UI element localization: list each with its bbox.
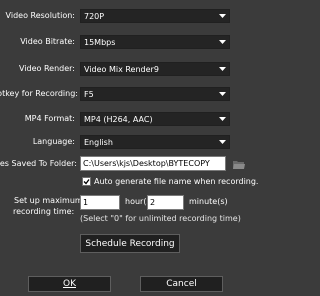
language-value: English — [84, 138, 113, 147]
mp4-format-label: MP4 Format: — [24, 114, 75, 123]
hotkey-row: otkey for Recording: F5 — [0, 86, 247, 102]
cancel-label: Cancel — [166, 279, 197, 289]
language-label: Language: — [32, 137, 75, 146]
auto-name-checkbox[interactable] — [82, 177, 91, 186]
folder-browse-icon[interactable] — [233, 159, 245, 171]
resolution-value: 720P — [84, 12, 105, 21]
bitrate-dropdown[interactable]: 15Mbps — [80, 35, 230, 49]
bitrate-value: 15Mbps — [84, 38, 116, 47]
render-value: Video Mix Render9 — [84, 65, 159, 74]
ok-button[interactable]: OK — [28, 276, 111, 292]
cancel-button[interactable]: Cancel — [140, 276, 223, 292]
chevron-down-icon[interactable] — [216, 113, 229, 125]
render-dropdown[interactable]: Video Mix Render9 — [80, 62, 230, 76]
folder-path-input[interactable] — [81, 157, 225, 170]
schedule-recording-label: Schedule Recording — [85, 238, 175, 249]
mp4-format-dropdown[interactable]: MP4 (H264, AAC) — [80, 112, 230, 126]
hours-input[interactable] — [81, 196, 119, 209]
minutes-label: minute(s) — [189, 197, 228, 206]
folder-path-field[interactable] — [80, 156, 226, 171]
language-row: Language: English — [0, 134, 247, 150]
chevron-down-icon[interactable] — [216, 10, 229, 22]
minutes-field[interactable] — [147, 195, 184, 210]
hotkey-value: F5 — [84, 90, 94, 99]
max-time-label-line2: recording time: — [13, 207, 75, 216]
render-label: Video Render: — [19, 64, 75, 73]
hours-field[interactable] — [80, 195, 120, 210]
chevron-down-icon[interactable] — [216, 136, 229, 148]
chevron-down-icon[interactable] — [216, 88, 229, 100]
max-time-label-line1: Set up maximum — [14, 196, 83, 205]
mp4-format-row: MP4 Format: MP4 (H264, AAC) — [0, 111, 247, 127]
unlimited-hint: (Select "0" for unlimited recording time… — [80, 214, 241, 223]
bitrate-row: Video Bitrate: 15Mbps — [0, 34, 247, 50]
hotkey-label: otkey for Recording: — [0, 89, 78, 98]
mp4-format-value: MP4 (H264, AAC) — [84, 115, 153, 124]
folder-row: les Saved To Folder: — [0, 156, 247, 172]
hotkey-dropdown[interactable]: F5 — [80, 87, 230, 101]
schedule-recording-button[interactable]: Schedule Recording — [80, 234, 180, 253]
minutes-input[interactable] — [148, 196, 183, 209]
chevron-down-icon[interactable] — [216, 36, 229, 48]
folder-label: les Saved To Folder: — [0, 159, 77, 168]
auto-name-label: Auto generate file name when recording. — [94, 177, 259, 186]
render-row: Video Render: Video Mix Render9 — [0, 61, 247, 77]
chevron-down-icon[interactable] — [216, 63, 229, 75]
resolution-label: Video Resolution: — [5, 11, 75, 20]
resolution-row: Video Resolution: 720P — [0, 8, 247, 24]
ok-label: OK — [63, 279, 76, 289]
bitrate-label: Video Bitrate: — [20, 37, 75, 46]
language-dropdown[interactable]: English — [80, 135, 230, 149]
resolution-dropdown[interactable]: 720P — [80, 9, 230, 23]
